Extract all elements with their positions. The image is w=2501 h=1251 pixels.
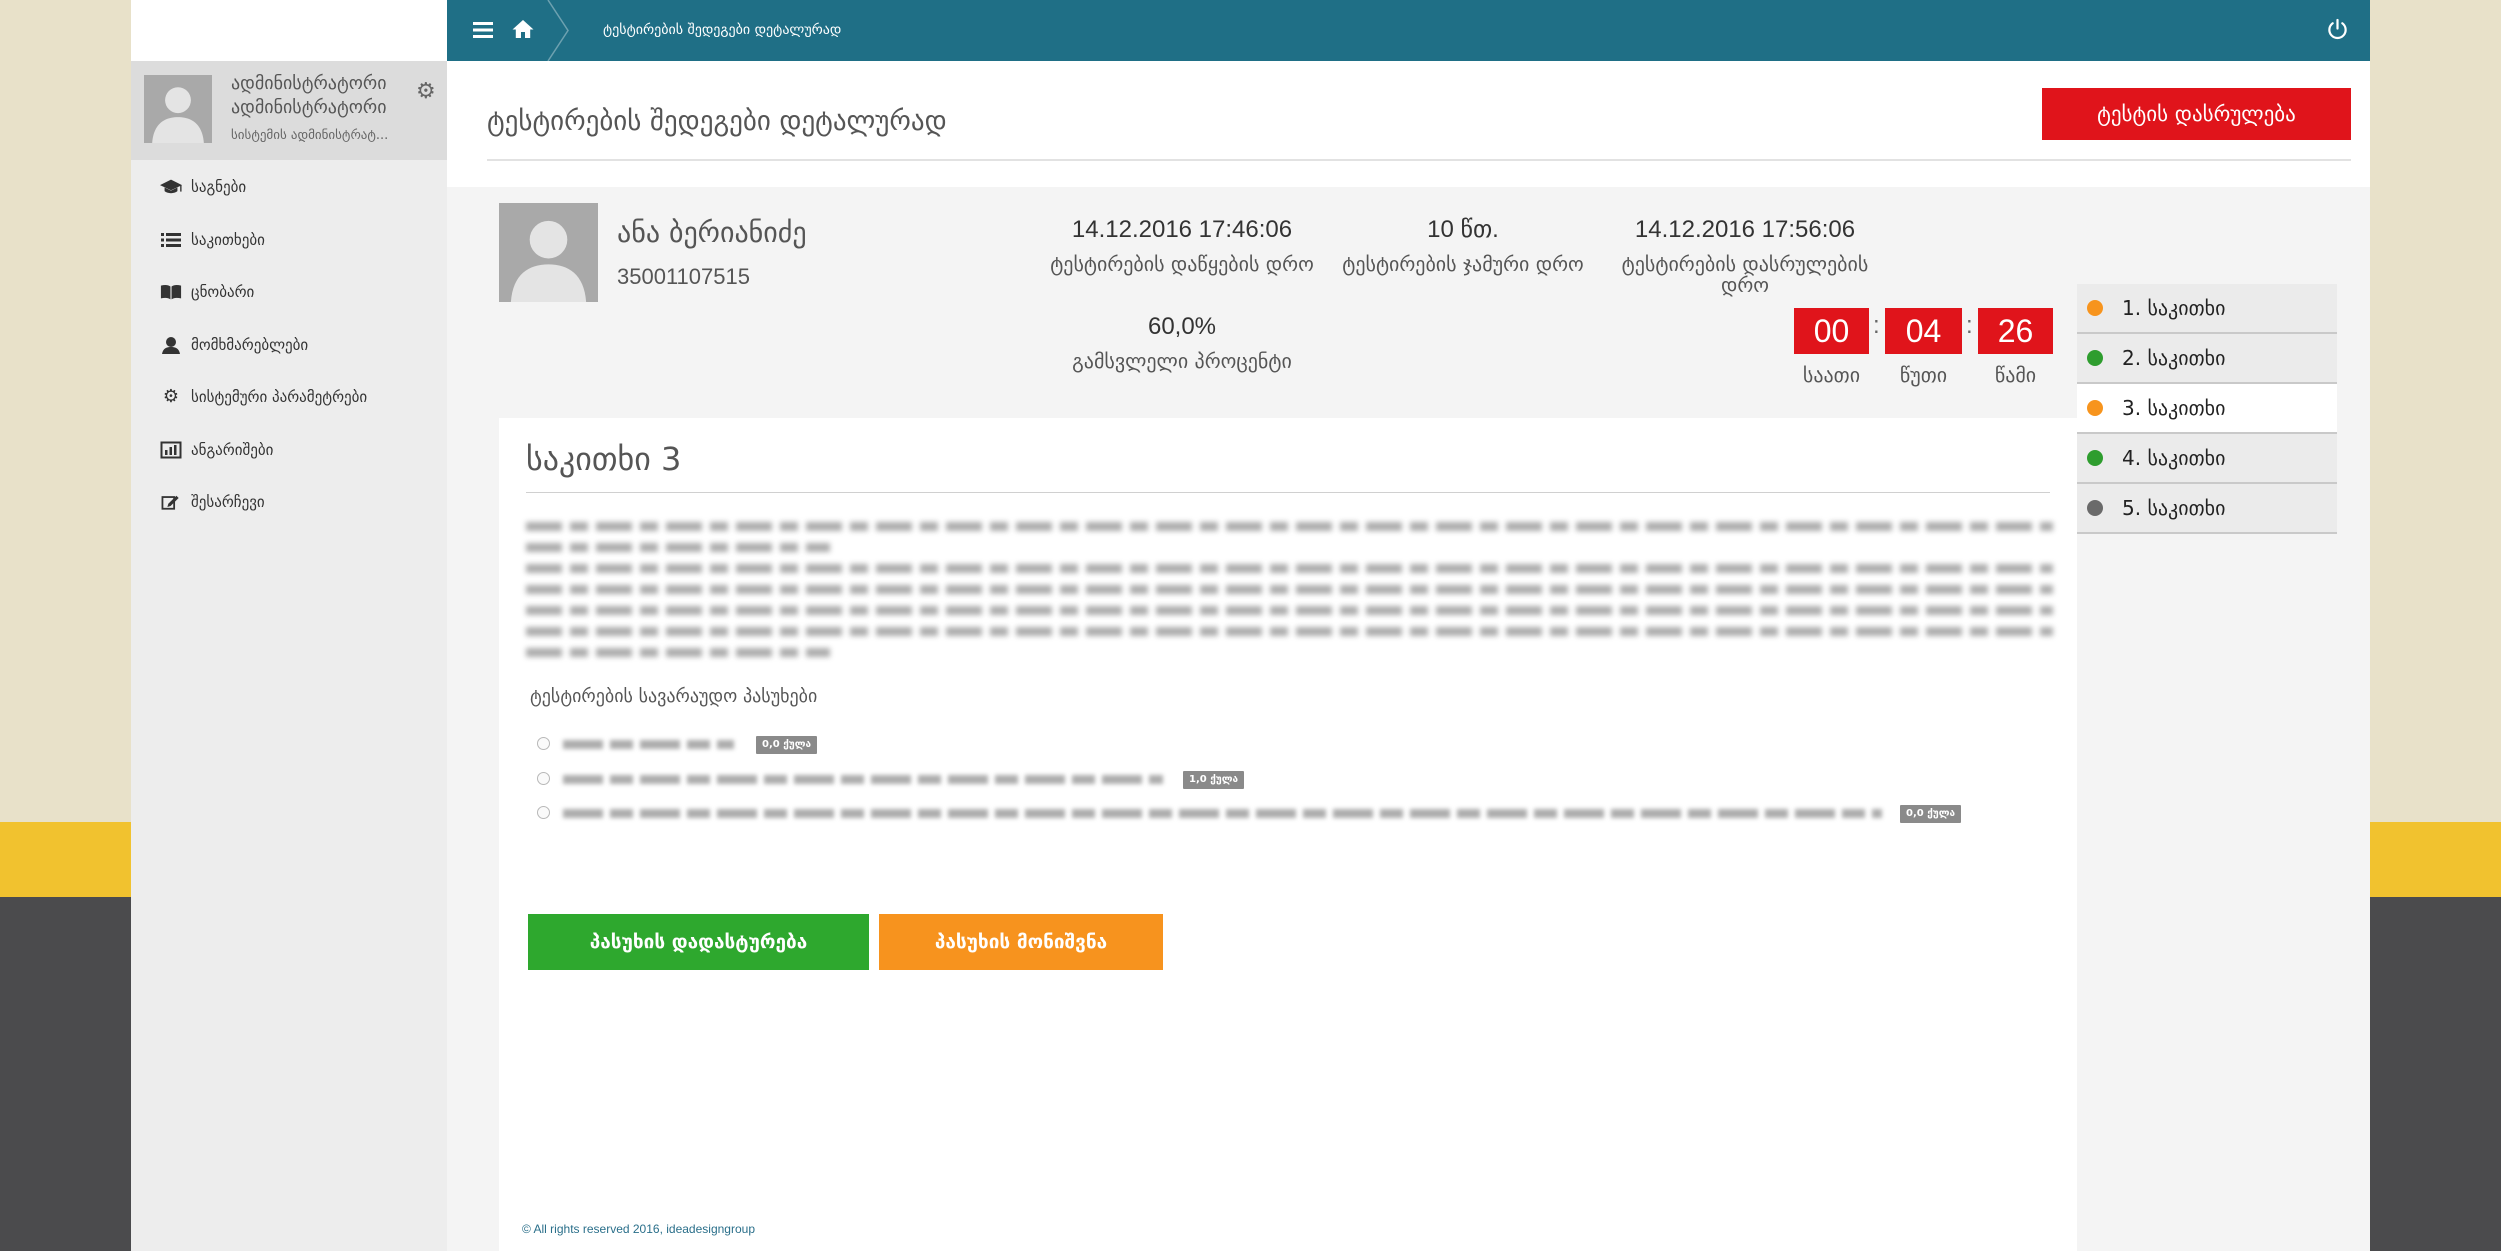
answer-text-blurred	[563, 775, 1163, 784]
question-nav-label: 1. საკითხი	[2122, 296, 2226, 320]
question-nav-label: 3. საკითხი	[2122, 396, 2226, 420]
points-badge: 0,0 ქულა	[756, 736, 817, 754]
list-icon	[160, 231, 182, 249]
breadcrumb-separator	[547, 0, 569, 61]
status-dot	[2087, 450, 2103, 466]
question-title: საკითხი 3	[526, 440, 682, 478]
page-title: ტესტირების შედეგები დეტალურად	[487, 106, 947, 137]
sidebar-item-label: საგნები	[191, 178, 247, 197]
timer-separator: :	[1966, 312, 1973, 339]
answer-option[interactable]: 1,0 ქულა	[499, 771, 2077, 789]
breadcrumb[interactable]: ტესტირების შედეგები დეტალურად	[603, 20, 841, 40]
question-card: საკითხი 3 ტესტირების სავარაუდო პასუხები …	[499, 418, 2077, 1251]
status-dot	[2087, 350, 2103, 366]
gear-icon: ⚙	[162, 386, 180, 408]
timer-seconds-label: წამი	[1994, 363, 2037, 387]
sidebar-item-questions[interactable]: საკითხები	[131, 214, 447, 267]
stat-label: ტესტირების დასრულების დრო	[1621, 252, 1869, 297]
sidebar-item-label: სისტემური პარამეტრები	[191, 388, 368, 407]
user-icon	[160, 336, 182, 354]
question-nav-item-2[interactable]: 2. საკითხი	[2077, 334, 2337, 384]
answer-radio[interactable]	[537, 772, 550, 785]
avatar	[144, 75, 212, 143]
question-nav-item-4[interactable]: 4. საკითხი	[2077, 434, 2337, 484]
sidebar-item-reference[interactable]: ცნობარი	[131, 266, 447, 319]
status-dot	[2087, 500, 2103, 516]
finish-test-button[interactable]: ტესტის დასრულება	[2042, 88, 2351, 140]
edit-icon	[160, 493, 182, 511]
answer-text-blurred	[563, 740, 734, 749]
logo-area	[131, 0, 447, 61]
candidate-avatar	[499, 203, 598, 302]
gear-icon[interactable]: ⚙	[416, 80, 436, 104]
footer-copyright: © All rights reserved 2016, ideadesigngr…	[522, 1222, 755, 1236]
power-icon[interactable]	[2326, 18, 2349, 41]
timer-seconds: 26	[1978, 308, 2053, 354]
divider	[487, 159, 2351, 161]
mark-answer-button[interactable]: პასუხის მონიშვნა	[879, 914, 1163, 970]
sidebar-item-label: ცნობარი	[191, 283, 255, 302]
home-icon[interactable]	[511, 17, 535, 41]
sidebar-item-selection[interactable]: შესარჩევი	[131, 476, 447, 529]
candidate-name: ანა ბერიანიძე	[617, 216, 807, 249]
stat-label: ტესტირების დაწყების დრო	[1050, 252, 1314, 276]
stat-start-time: 14.12.2016 17:46:06 ტესტირების დაწყების …	[1042, 214, 1322, 275]
sidebar-user-role: სისტემის ადმინისტრატ...	[231, 128, 389, 143]
stat-pass-percent: 60,0% გამსვლელი პროცენტი	[1042, 311, 1322, 372]
book-icon	[160, 283, 182, 301]
timer-hours-label: საათი	[1802, 363, 1861, 387]
sidebar-item-label: შესარჩევი	[191, 493, 265, 512]
sidebar-item-label: საკითხები	[191, 230, 265, 249]
stat-total-time: 10 წთ. ტესტირების ჯამური დრო	[1323, 214, 1603, 275]
answer-option[interactable]: 0,0 ქულა	[499, 805, 2077, 823]
points-badge: 0,0 ქულა	[1900, 805, 1961, 823]
question-nav-label: 5. საკითხი	[2122, 496, 2226, 520]
stat-label: გამსვლელი პროცენტი	[1072, 349, 1292, 373]
question-nav-item-3[interactable]: 3. საკითხი	[2077, 384, 2337, 434]
stat-end-time: 14.12.2016 17:56:06 ტესტირების დასრულები…	[1605, 214, 1885, 296]
answer-radio[interactable]	[537, 806, 550, 819]
candidate-id: 35001107515	[617, 264, 750, 289]
stat-value: 10 წთ.	[1427, 216, 1499, 243]
answer-radio[interactable]	[537, 737, 550, 750]
timer-minutes: 04	[1885, 308, 1962, 354]
divider	[526, 492, 2050, 493]
timer-separator: :	[1873, 312, 1880, 339]
answer-option[interactable]: 0,0 ქულა	[499, 736, 2077, 754]
question-nav-item-5[interactable]: 5. საკითხი	[2077, 484, 2337, 534]
status-dot	[2087, 400, 2103, 416]
sidebar-item-reports[interactable]: ანგარიშები	[131, 424, 447, 477]
sidebar-item-system-parameters[interactable]: ⚙ სისტემური პარამეტრები	[131, 371, 447, 424]
question-text-blurred	[526, 516, 2053, 663]
bar-chart-icon	[160, 441, 182, 459]
timer-minutes-label: წუთი	[1899, 363, 1948, 387]
sidebar-item-label: ანგარიშები	[191, 440, 274, 459]
sidebar-item-label: მომხმარებლები	[191, 335, 309, 354]
sidebar-item-subjects[interactable]: საგნები	[131, 161, 447, 214]
timer-hours: 00	[1794, 308, 1869, 354]
question-nav-label: 2. საკითხი	[2122, 346, 2226, 370]
user-silhouette-icon	[152, 87, 204, 143]
confirm-answer-button[interactable]: პასუხის დადასტურება	[528, 914, 869, 970]
points-badge: 1,0 ქულა	[1183, 771, 1244, 789]
graduation-cap-icon	[160, 178, 182, 196]
stat-label: ტესტირების ჯამური დრო	[1342, 252, 1584, 276]
answers-heading: ტესტირების სავარაუდო პასუხები	[530, 686, 818, 707]
question-nav: 1. საკითხი 2. საკითხი 3. საკითხი 4. საკი…	[2077, 284, 2337, 534]
stat-value: 14.12.2016 17:46:06	[1071, 216, 1293, 243]
sidebar-item-users[interactable]: მომხმარებლები	[131, 319, 447, 372]
question-nav-label: 4. საკითხი	[2122, 446, 2226, 470]
user-silhouette-icon	[510, 220, 587, 302]
sidebar-menu: საგნები საკითხები ცნობარი მომხმარებლები …	[131, 161, 447, 529]
answer-text-blurred	[563, 809, 1882, 818]
question-nav-item-1[interactable]: 1. საკითხი	[2077, 284, 2337, 334]
menu-icon[interactable]	[473, 21, 493, 39]
stat-value: 14.12.2016 17:56:06	[1634, 216, 1856, 243]
stat-value: 60,0%	[1147, 313, 1217, 340]
status-dot	[2087, 300, 2103, 316]
sidebar-user-name: ადმინისტრატორი ადმინისტრატორი	[231, 73, 387, 118]
